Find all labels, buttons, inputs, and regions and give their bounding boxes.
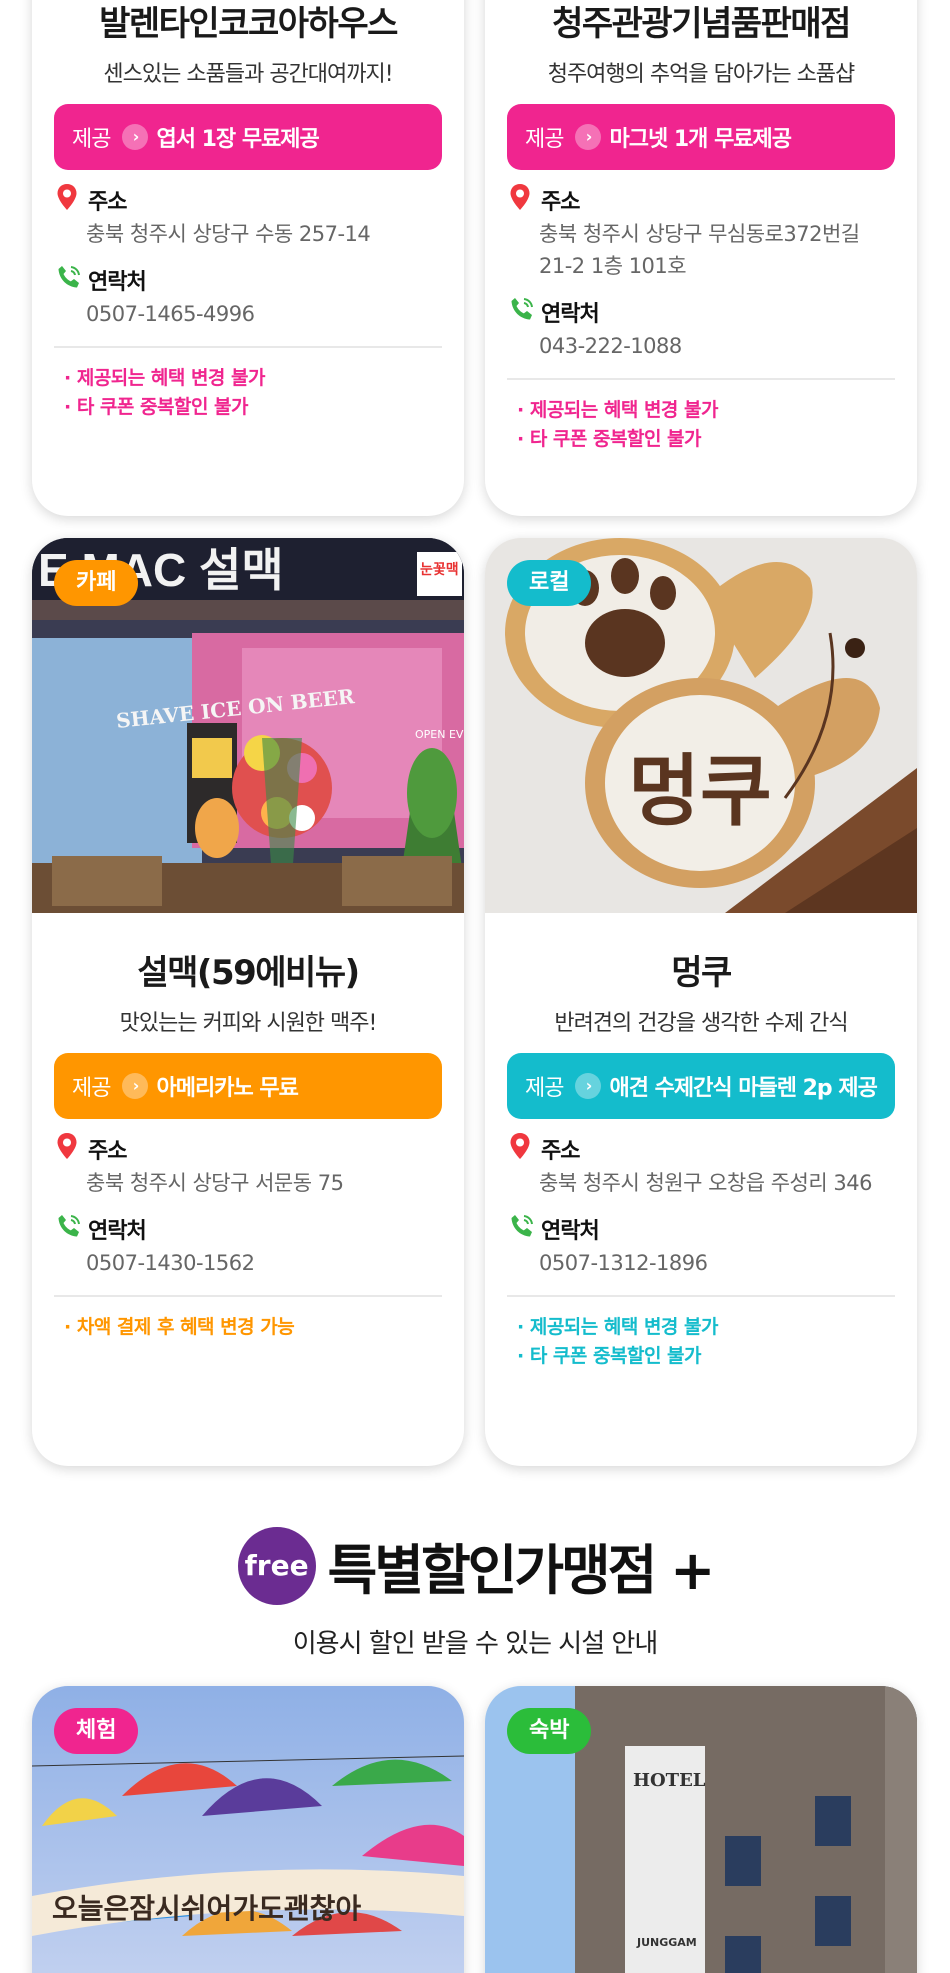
offer-text: 애견 수제간식 마들렌 2p 제공 [609,1076,877,1101]
address-heading: 주소 [507,184,895,216]
address-value: 충북 청주시 상당구 무심동로372번길 21-2 1층 101호 [539,222,860,278]
address-heading: 주소 [54,184,442,216]
offer-banner: 제공 › 아메리카노 무료 [54,1053,442,1119]
note-item: · 차액 결제 후 혜택 변경 가능 [64,1316,295,1338]
chevron-right-icon: › [575,124,602,150]
contact-heading: 연락처 [507,1213,895,1245]
store-card-valentine-cocoa-house[interactable]: 발렌타인코코아하우스 센스있는 소품들과 공간대여까지! 제공 › 엽서 1장 … [32,0,464,516]
store-card-meongku[interactable]: 멍쿠 로컬 멍쿠 반려견의 건강을 생각한 수제 간식 제공 › 애견 수제간식… [485,538,917,1466]
offer-banner: 제공 › 엽서 1장 무료제공 [54,104,442,170]
category-badge: 숙박 [507,1708,592,1754]
contact-heading: 연락처 [54,264,442,296]
store-photo: HOTEL JUNGGAM 숙박 [485,1686,917,1973]
store-title: 청주관광기념품판매점 [552,4,851,44]
cup-text: 멍쿠 [628,747,772,837]
phone-value[interactable]: 043-222-1088 [507,330,895,362]
section-title: 특별할인가맹점 + [327,1539,716,1602]
hotel-name: JUNGGAM [636,1936,697,1949]
store-photo: 오늘은잠시쉬어가도괜찮아 체험 [32,1686,464,1973]
contact-heading: 연락처 [507,296,895,328]
store-subtitle: 반려견의 건강을 생각한 수제 간식 [554,1011,848,1036]
chevron-right-icon: › [575,1073,602,1099]
chevron-right-icon: › [122,1073,149,1099]
side-sign-text: 눈꽃맥 [420,561,459,578]
address-value: 충북 청주시 상당구 서문동 75 [86,1171,344,1195]
offer-text: 마그넷 1개 무료제공 [609,127,792,152]
store-card-seolmac[interactable]: E MAC 설맥 눈꽃맥 SHAVE ICE ON BEER OPEN EVEN… [32,538,464,1466]
store-subtitle: 맛있는는 커피와 시원한 맥주! [119,1011,378,1036]
notes: · 제공되는 혜택 변경 불가 · 타 쿠폰 중복할인 불가 [507,396,895,454]
hotel-sign: HOTEL [633,1770,706,1791]
event-text: OPEN EVENT [415,728,464,741]
offer-label: 제공 [72,1076,111,1101]
address-value: 충북 청주시 상당구 수동 257-14 [86,222,371,246]
store-title: 발렌타인코코아하우스 [99,4,398,44]
category-badge: 카페 [54,560,139,606]
address-value: 충북 청주시 청원구 오창읍 주성리 346 [539,1171,872,1195]
offer-label: 제공 [72,127,111,152]
store-subtitle: 센스있는 소품들과 공간대여까지! [103,62,393,87]
offer-banner: 제공 › 마그넷 1개 무료제공 [507,104,895,170]
address-heading: 주소 [507,1133,895,1165]
offer-label: 제공 [525,1076,564,1101]
location-pin-icon [509,183,541,217]
store-card-experience[interactable]: 오늘은잠시쉬어가도괜찮아 체험 [32,1686,464,1973]
category-badge: 체험 [54,1708,139,1754]
store-title: 설맥(59에비뉴) [137,953,360,993]
banner-text: 오늘은잠시쉬어가도괜찮아 [52,1892,361,1925]
phone-value[interactable]: 0507-1430-1562 [54,1247,442,1279]
note-item: · 제공되는 혜택 변경 불가 [517,1316,718,1338]
offer-text: 엽서 1장 무료제공 [156,127,319,152]
store-photo: E MAC 설맥 눈꽃맥 SHAVE ICE ON BEER OPEN EVEN… [32,538,464,913]
phone-value[interactable]: 0507-1465-4996 [54,298,442,330]
store-card-lodging[interactable]: HOTEL JUNGGAM 숙박 [485,1686,917,1973]
note-item: · 제공되는 혜택 변경 불가 [64,367,265,389]
notes: · 차액 결제 후 혜택 변경 가능 [54,1313,442,1342]
divider [507,378,895,380]
note-item: · 타 쿠폰 중복할인 불가 [517,428,702,450]
category-badge: 로컬 [507,560,592,606]
store-title: 멍쿠 [671,953,732,993]
contact-heading: 연락처 [54,1213,442,1245]
location-pin-icon [56,1132,88,1166]
divider [507,1295,895,1297]
divider [54,1295,442,1297]
section-subtitle: 이용시 할인 받을 수 있는 시설 안내 [292,1629,658,1659]
notes: · 제공되는 혜택 변경 불가 · 타 쿠폰 중복할인 불가 [54,364,442,422]
address-heading: 주소 [54,1133,442,1165]
chevron-right-icon: › [122,124,149,150]
note-item: · 타 쿠폰 중복할인 불가 [517,1345,702,1367]
store-subtitle: 청주여행의 추억을 담아가는 소품샵 [547,62,856,87]
phone-icon [56,264,88,296]
divider [54,346,442,348]
phone-icon [56,1213,88,1245]
note-item: · 제공되는 혜택 변경 불가 [517,399,718,421]
offer-banner: 제공 › 애견 수제간식 마들렌 2p 제공 [507,1053,895,1119]
notes: · 제공되는 혜택 변경 불가 · 타 쿠폰 중복할인 불가 [507,1313,895,1371]
offer-text: 아메리카노 무료 [156,1076,298,1101]
phone-icon [509,1213,541,1245]
location-pin-icon [56,183,88,217]
special-discount-section-header: free 특별할인가맹점 + 이용시 할인 받을 수 있는 시설 안내 [0,1526,950,1660]
note-item: · 타 쿠폰 중복할인 불가 [64,396,249,418]
store-card-cheongju-souvenir-shop[interactable]: 청주관광기념품판매점 청주여행의 추억을 담아가는 소품샵 제공 › 마그넷 1… [485,0,917,516]
location-pin-icon [509,1132,541,1166]
offer-label: 제공 [525,127,564,152]
phone-icon [509,296,541,328]
phone-value[interactable]: 0507-1312-1896 [507,1247,895,1279]
free-badge: free [237,1526,316,1605]
store-photo: 멍쿠 로컬 [485,538,917,913]
